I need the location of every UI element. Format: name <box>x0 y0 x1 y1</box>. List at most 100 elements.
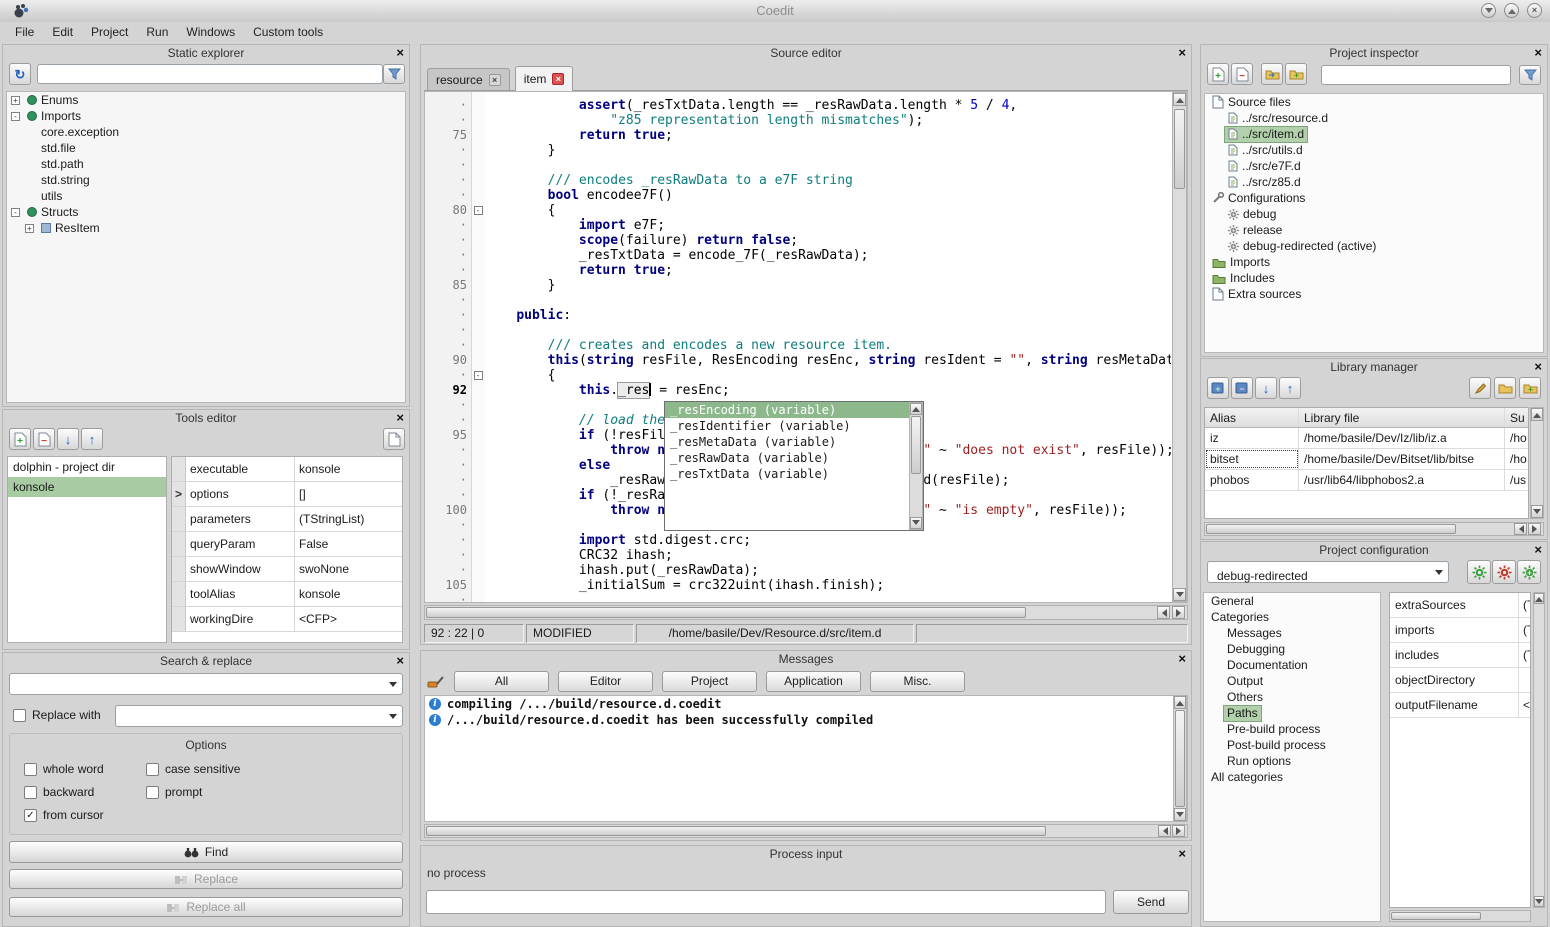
static-explorer-tree[interactable]: +Enums-Importscore.exceptionstd.filestd.… <box>6 91 406 403</box>
tree-item[interactable]: debug <box>1205 206 1543 222</box>
tree-item[interactable]: +ResItem <box>7 220 405 236</box>
tab-close-icon[interactable]: × <box>489 74 501 86</box>
close-icon[interactable]: × <box>1178 651 1186 666</box>
expand-icon[interactable]: + <box>11 96 20 105</box>
tree-item[interactable]: Documentation <box>1204 657 1380 673</box>
scroll-left-button[interactable] <box>1514 523 1527 535</box>
add-configuration-button[interactable]: + <box>1517 560 1541 584</box>
tree-item[interactable]: Post-build process <box>1204 737 1380 753</box>
tree-item[interactable]: std.string <box>7 172 405 188</box>
inspector-search-input[interactable] <box>1321 65 1511 85</box>
messages-filter-project[interactable]: Project <box>662 671 757 692</box>
scrollbar-thumb[interactable] <box>1175 710 1185 807</box>
search-term-combo[interactable] <box>9 673 403 695</box>
scrollbar-thumb[interactable] <box>1206 524 1456 534</box>
library-horizontal-scrollbar[interactable] <box>1204 522 1544 536</box>
checkbox-backward[interactable]: backward <box>24 783 142 801</box>
add-source-button[interactable]: + <box>1207 63 1229 85</box>
property-value[interactable]: swoNone <box>295 557 402 581</box>
maximize-button[interactable] <box>1504 3 1519 18</box>
config-property-row[interactable]: includes(T <box>1390 643 1530 668</box>
messages-list[interactable]: icompiling /.../build/resource.d.coediti… <box>424 695 1188 822</box>
tree-item[interactable]: General <box>1204 593 1380 609</box>
tool-item[interactable]: dolphin - project dir <box>8 457 166 477</box>
messages-filter-application[interactable]: Application <box>766 671 861 692</box>
scrollbar-thumb[interactable] <box>426 826 1046 836</box>
property-value[interactable]: (T <box>1519 643 1530 667</box>
add-folder-button[interactable]: + <box>1285 63 1307 85</box>
scroll-right-button[interactable] <box>1172 606 1185 619</box>
property-value[interactable]: (T <box>1519 593 1530 617</box>
tree-item[interactable]: ../src/z85.d <box>1205 174 1543 190</box>
configuration-select[interactable]: debug-redirected <box>1207 561 1449 583</box>
filter-button[interactable] <box>1519 65 1541 85</box>
scrollbar-thumb[interactable] <box>426 607 1026 618</box>
configuration-categories-tree[interactable]: GeneralCategoriesMessagesDebuggingDocume… <box>1203 592 1381 922</box>
tools-list[interactable]: dolphin - project dirkonsole <box>7 456 167 643</box>
tree-item[interactable]: Others <box>1204 689 1380 705</box>
library-row[interactable]: phobos/usr/lib64/libphobos2.a/us <box>1205 470 1528 491</box>
remove-configuration-button[interactable] <box>1492 560 1516 584</box>
message-line[interactable]: i/.../build/resource.d.coedit has been s… <box>425 712 1187 728</box>
find-button[interactable]: Find <box>9 841 403 863</box>
completion-item[interactable]: _resMetaData (variable) <box>665 434 909 450</box>
tree-item[interactable]: Includes <box>1205 270 1543 286</box>
tree-item[interactable]: Configurations <box>1205 190 1543 206</box>
scrollbar-thumb[interactable] <box>911 416 921 474</box>
property-value[interactable] <box>1519 668 1530 692</box>
shade-button[interactable] <box>1481 3 1496 18</box>
tree-item[interactable]: Source files <box>1205 94 1543 110</box>
property-row[interactable]: toolAliaskonsole <box>172 582 402 607</box>
scroll-down-button[interactable] <box>910 517 922 529</box>
add-library-button[interactable]: + <box>1207 377 1229 399</box>
config-property-row[interactable]: objectDirectory <box>1390 668 1530 693</box>
close-icon[interactable]: × <box>1534 45 1542 60</box>
property-row[interactable]: >options[] <box>172 482 402 507</box>
menu-custom-tools[interactable]: Custom tools <box>244 23 332 41</box>
tool-item[interactable]: konsole <box>8 477 166 497</box>
scroll-left-button[interactable] <box>1157 606 1170 619</box>
messages-horizontal-scrollbar[interactable] <box>424 824 1188 838</box>
fold-collapse-icon[interactable]: - <box>474 206 483 215</box>
add-tool-button[interactable]: + <box>9 428 31 450</box>
scroll-left-button[interactable] <box>1158 825 1171 837</box>
tree-item[interactable]: -Structs <box>7 204 405 220</box>
close-icon[interactable]: × <box>1178 846 1186 861</box>
remove-tool-button[interactable]: − <box>33 428 55 450</box>
edit-library-button[interactable] <box>1469 377 1491 399</box>
scrollbar-thumb[interactable] <box>1391 912 1481 920</box>
tree-item[interactable]: std.path <box>7 156 405 172</box>
remove-source-button[interactable]: − <box>1231 63 1253 85</box>
library-from-project-button[interactable]: + <box>1519 377 1541 399</box>
scroll-down-button[interactable] <box>1531 505 1543 518</box>
tree-item[interactable]: +Enums <box>7 92 405 108</box>
replace-button[interactable]: Replace <box>9 869 403 889</box>
checkbox-case-sensitive[interactable]: case sensitive <box>146 760 402 778</box>
tree-item[interactable]: All categories <box>1204 769 1380 785</box>
static-explorer-search-input[interactable] <box>37 64 383 84</box>
tree-item[interactable]: core.exception <box>7 124 405 140</box>
scroll-down-button[interactable] <box>1174 808 1186 821</box>
send-button[interactable]: Send <box>1113 890 1189 914</box>
scroll-up-button[interactable] <box>1531 408 1543 421</box>
editor-vertical-scrollbar[interactable] <box>1172 92 1187 602</box>
open-folder-button[interactable] <box>1261 63 1283 85</box>
configuration-properties-grid[interactable]: extraSources(Timports(Tincludes(TobjectD… <box>1389 592 1531 908</box>
menu-windows[interactable]: Windows <box>177 23 244 41</box>
tree-item[interactable]: std.file <box>7 140 405 156</box>
column-header[interactable]: Alias <box>1205 408 1299 427</box>
tree-item[interactable]: ../src/resource.d <box>1205 110 1543 126</box>
property-row[interactable]: workingDire<CFP> <box>172 607 402 632</box>
tree-item[interactable]: debug-redirected (active) <box>1205 238 1543 254</box>
close-icon[interactable]: × <box>396 45 404 60</box>
property-row[interactable]: showWindowswoNone <box>172 557 402 582</box>
column-header[interactable]: Library file <box>1299 408 1505 427</box>
property-row[interactable]: executablekonsole <box>172 457 402 482</box>
property-value[interactable]: (TStringList) <box>295 507 402 531</box>
tab-item[interactable]: item× <box>515 66 574 91</box>
message-line[interactable]: icompiling /.../build/resource.d.coedit <box>425 696 1187 712</box>
sync-configurations-button[interactable] <box>1467 560 1491 584</box>
close-icon[interactable]: × <box>396 653 404 668</box>
scroll-up-button[interactable] <box>910 403 922 415</box>
close-icon[interactable]: × <box>1534 542 1542 557</box>
